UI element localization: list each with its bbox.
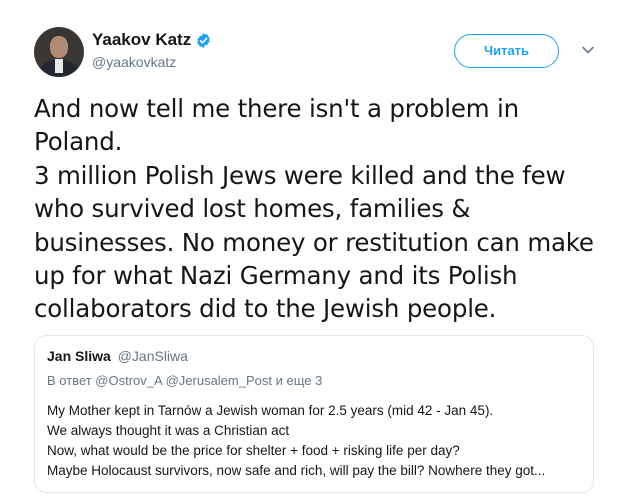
quoted-display-name: Jan Sliwa	[47, 348, 111, 364]
quoted-line: Now, what would be the price for shelter…	[47, 443, 460, 458]
quoted-line: We always thought it was a Christian act	[47, 423, 290, 438]
tweet-line: collaborators did to the Jewish people.	[34, 294, 497, 324]
tweet-line: 3 million Polish Jews were killed and th…	[34, 160, 566, 190]
quoted-reply-context: В ответ @Ostrov_A @Jerusalem_Post и еще …	[47, 373, 323, 388]
tweet-line: businesses. No money or restitution can …	[34, 227, 594, 257]
chevron-down-icon[interactable]	[581, 43, 595, 57]
quoted-tweet[interactable]: Jan Sliwa @JanSliwa В ответ @Ostrov_A @J…	[34, 335, 594, 493]
quoted-text: My Mother kept in Tarnów a Jewish woman …	[47, 401, 587, 481]
tweet-text: And now tell me there isn't a problem in…	[34, 92, 614, 326]
follow-button[interactable]: Читать	[454, 34, 559, 68]
tweet-line: up for what Nazi Germany and its Polish	[34, 261, 518, 291]
tweet-header: Yaakov Katz @yaakovkatz Читать	[34, 27, 614, 77]
author-handle[interactable]: @yaakovkatz	[92, 54, 212, 70]
tweet-line: who survived lost homes, families &	[34, 194, 471, 224]
quoted-line: Maybe Holocaust survivors, now safe and …	[47, 463, 546, 478]
quoted-handle: @JanSliwa	[117, 348, 188, 364]
author-info[interactable]: Yaakov Katz @yaakovkatz	[92, 30, 212, 70]
quoted-author: Jan Sliwa @JanSliwa	[47, 348, 188, 364]
quoted-line: My Mother kept in Tarnów a Jewish woman …	[47, 403, 494, 418]
verified-badge-icon	[197, 32, 210, 48]
tweet-line: And now tell me there isn't a problem in	[34, 94, 519, 123]
author-avatar[interactable]	[34, 27, 84, 77]
author-display-name[interactable]: Yaakov Katz	[92, 30, 191, 50]
tweet-line: Poland.	[34, 127, 123, 157]
